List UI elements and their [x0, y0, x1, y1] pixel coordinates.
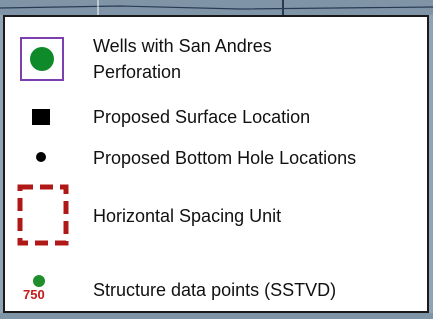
structure-sample-value: 750 [23, 287, 45, 302]
legend-label-wells-line2: Perforation [93, 62, 182, 82]
legend-item-structure-points: 750 Structure data points (SSTVD) [5, 275, 425, 307]
legend-label-structure-points: Structure data points (SSTVD) [93, 280, 337, 300]
red-dashed-rectangle-icon [17, 184, 69, 246]
structure-point-dot-icon [33, 275, 45, 287]
legend-label-wells-line1: Wells with San Andres [93, 36, 272, 56]
legend-label-wells: Wells with San Andres Perforation [93, 33, 272, 85]
legend-item-bottom-hole: Proposed Bottom Hole Locations [5, 146, 425, 172]
legend-label-spacing-unit: Horizontal Spacing Unit [93, 206, 282, 226]
well-symbol-icon [20, 37, 64, 81]
black-dot-icon [36, 152, 46, 162]
map-legend: Wells with San Andres Perforation Propos… [3, 15, 429, 313]
black-square-icon [32, 109, 50, 125]
green-well-dot-icon [30, 47, 54, 71]
legend-item-spacing-unit: Horizontal Spacing Unit [5, 183, 425, 247]
legend-item-wells-san-andres: Wells with San Andres Perforation [5, 36, 425, 87]
legend-item-surface-location: Proposed Surface Location [5, 105, 425, 131]
legend-label-surface-location: Proposed Surface Location [93, 107, 311, 127]
legend-label-bottom-hole: Proposed Bottom Hole Locations [93, 148, 357, 168]
